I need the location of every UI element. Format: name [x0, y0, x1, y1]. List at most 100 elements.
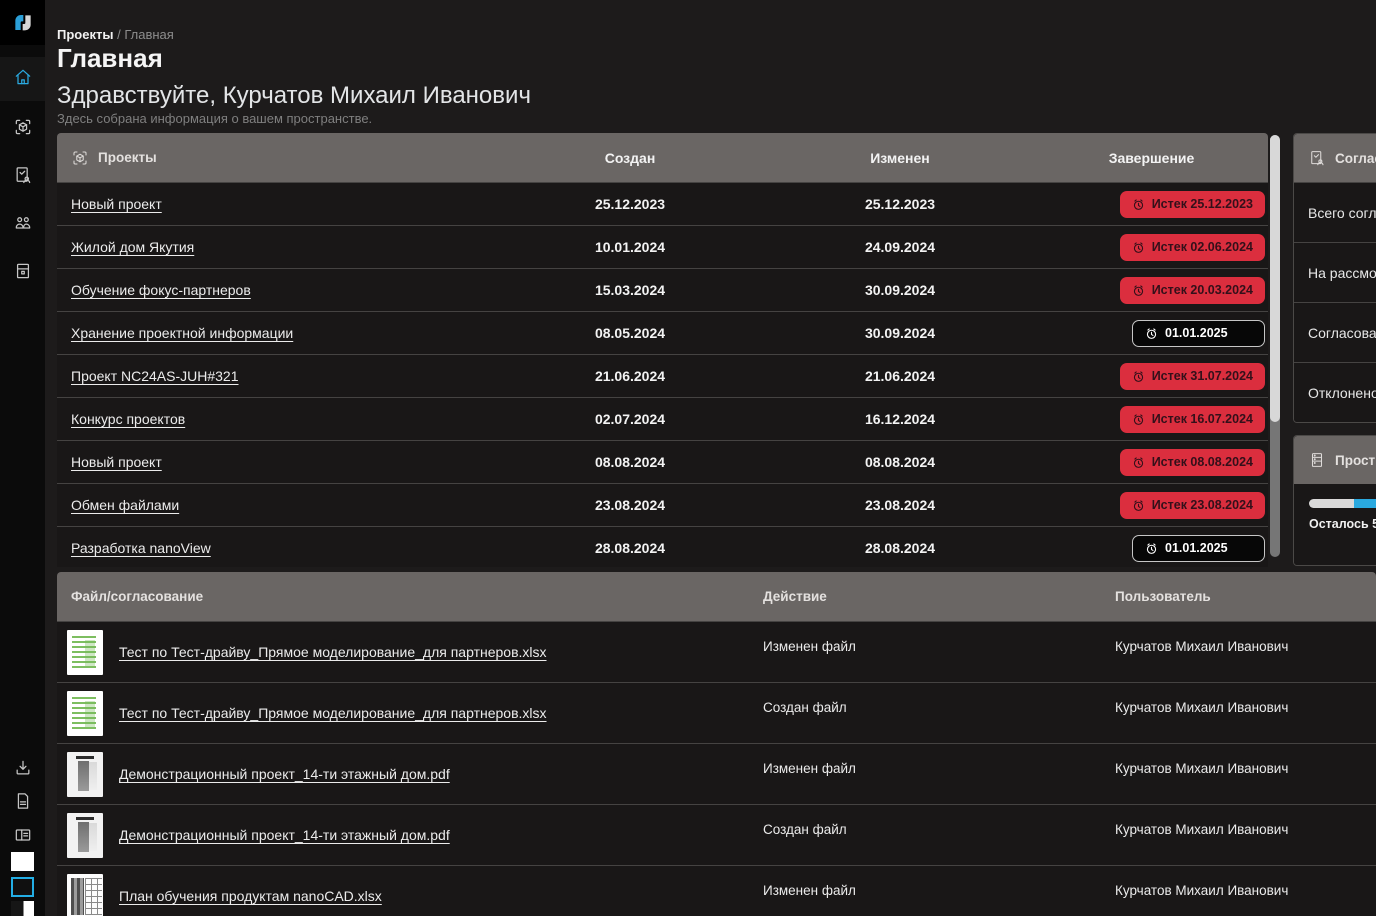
project-created: 23.08.2024	[495, 497, 765, 513]
project-modified: 30.09.2024	[765, 282, 1035, 298]
users-icon	[13, 213, 33, 238]
projects-scrollbar-thumb[interactable]	[1270, 135, 1280, 422]
file-user: Курчатов Михаил Иванович	[1107, 744, 1376, 804]
project-link[interactable]: Новый проект	[71, 454, 162, 470]
project-created: 08.08.2024	[495, 454, 765, 470]
file-row: План обучения продуктам nanoCAD.xlsx Изм…	[57, 865, 1376, 916]
storage-card-header: Пространство	[1294, 436, 1376, 484]
approvals-item: Всего согласований	[1294, 182, 1376, 242]
file-user: Курчатов Михаил Иванович	[1107, 622, 1376, 682]
project-created: 15.03.2024	[495, 282, 765, 298]
project-created: 28.08.2024	[495, 540, 765, 556]
file-action: Изменен файл	[763, 744, 1107, 804]
project-link[interactable]: Хранение проектной информации	[71, 325, 293, 341]
column-created: Создан	[495, 150, 765, 166]
approvals-item: На рассмотрении	[1294, 242, 1376, 302]
storage-progress-used	[1309, 499, 1354, 508]
approvals-item: Согласовано	[1294, 302, 1376, 362]
deadline-badge: Истек 20.03.2024	[1120, 277, 1265, 304]
sidebar-item-storage[interactable]	[0, 251, 45, 295]
file-action: Изменен файл	[763, 622, 1107, 682]
sidebar-item-approvals[interactable]	[0, 155, 45, 199]
file-row: Демонстрационный проект_14-ти этажный до…	[57, 743, 1376, 804]
project-row: Хранение проектной информации 08.05.2024…	[57, 311, 1268, 354]
approvals-card-title: Согласования	[1335, 151, 1376, 166]
server-icon	[13, 261, 33, 286]
file-action: Создан файл	[763, 683, 1107, 743]
files-table-header: Файл/согласование Действие Пользователь	[57, 572, 1376, 621]
deadline-badge: Истек 23.08.2024	[1120, 492, 1265, 519]
storage-card-title: Пространство	[1335, 453, 1376, 468]
project-modified: 30.09.2024	[765, 325, 1035, 341]
column-file: Файл/согласование	[57, 589, 763, 604]
project-row: Обучение фокус-партнеров 15.03.2024 30.0…	[57, 268, 1268, 311]
sidebar-item-projects[interactable]	[0, 107, 45, 151]
deadline-badge: 01.01.2025	[1132, 320, 1265, 347]
nanocad-logo-icon[interactable]	[0, 0, 45, 45]
column-action: Действие	[763, 589, 1107, 604]
file-user: Курчатов Михаил Иванович	[1107, 683, 1376, 743]
column-modified: Изменен	[765, 150, 1035, 166]
home-icon	[13, 67, 33, 92]
project-modified: 25.12.2023	[765, 196, 1035, 212]
project-link[interactable]: Разработка nanoView	[71, 540, 211, 556]
approval-doc-icon	[13, 165, 33, 190]
project-link[interactable]: Обмен файлами	[71, 497, 179, 513]
project-row: Разработка nanoView 28.08.2024 28.08.202…	[57, 526, 1268, 567]
project-row: Новый проект 08.08.2024 08.08.2024 Истек…	[57, 440, 1268, 483]
project-modified: 24.09.2024	[765, 239, 1035, 255]
file-link[interactable]: Демонстрационный проект_14-ти этажный до…	[119, 827, 450, 843]
project-link[interactable]: Жилой дом Якутия	[71, 239, 194, 255]
project-modified: 23.08.2024	[765, 497, 1035, 513]
storage-progress-free	[1354, 499, 1376, 508]
file-link[interactable]: Тест по Тест-драйву_Прямое моделирование…	[119, 705, 547, 721]
cube-viewport-icon	[13, 117, 33, 142]
greeting-subtitle: Здесь собрана информация о вашем простра…	[57, 111, 372, 126]
file-action: Изменен файл	[763, 866, 1107, 916]
file-row: Тест по Тест-драйву_Прямое моделирование…	[57, 621, 1376, 682]
pdf-thumbnail-icon	[67, 813, 103, 858]
theme-auto-swatch[interactable]	[11, 901, 34, 916]
project-created: 25.12.2023	[495, 196, 765, 212]
project-link[interactable]: Новый проект	[71, 196, 162, 212]
journal-icon	[13, 825, 33, 850]
deadline-badge: Истек 25.12.2023	[1120, 191, 1265, 218]
column-completion: Завершение	[1035, 150, 1268, 166]
project-link[interactable]: Обучение фокус-партнеров	[71, 282, 251, 298]
project-row: Проект NC24AS-JUH#321 21.06.2024 21.06.2…	[57, 354, 1268, 397]
project-row: Конкурс проектов 02.07.2024 16.12.2024 И…	[57, 397, 1268, 440]
file-link[interactable]: Тест по Тест-драйву_Прямое моделирование…	[119, 644, 547, 660]
project-modified: 21.06.2024	[765, 368, 1035, 384]
theme-dark-swatch[interactable]	[11, 877, 34, 897]
document-icon	[13, 791, 33, 816]
deadline-badge: Истек 02.06.2024	[1120, 234, 1265, 261]
grid-thumbnail-icon	[67, 874, 103, 916]
theme-light-swatch[interactable]	[11, 852, 34, 871]
file-row: Демонстрационный проект_14-ти этажный до…	[57, 804, 1376, 865]
approvals-item: Отклонено	[1294, 362, 1376, 422]
sidebar	[0, 0, 45, 916]
project-row: Жилой дом Якутия 10.01.2024 24.09.2024 И…	[57, 225, 1268, 268]
projects-scrollbar-track[interactable]	[1270, 135, 1280, 557]
file-link[interactable]: План обучения продуктам nanoCAD.xlsx	[119, 888, 382, 904]
file-action: Создан файл	[763, 805, 1107, 865]
breadcrumb-root[interactable]: Проекты	[57, 27, 113, 42]
project-link[interactable]: Проект NC24AS-JUH#321	[71, 368, 239, 384]
breadcrumb: Проекты / Главная	[57, 27, 174, 42]
xlsx-thumbnail-icon	[67, 691, 103, 736]
project-modified: 28.08.2024	[765, 540, 1035, 556]
deadline-badge: Истек 08.08.2024	[1120, 449, 1265, 476]
storage-card: Пространство Осталось 5	[1293, 435, 1376, 566]
sidebar-item-users[interactable]	[0, 203, 45, 247]
projects-header-title: Проекты	[57, 149, 495, 167]
file-link[interactable]: Демонстрационный проект_14-ти этажный до…	[119, 766, 450, 782]
storage-progress-bar	[1309, 499, 1376, 508]
project-link[interactable]: Конкурс проектов	[71, 411, 185, 427]
sidebar-item-home[interactable]	[0, 57, 45, 101]
files-table: Файл/согласование Действие Пользователь …	[57, 572, 1376, 916]
project-created: 10.01.2024	[495, 239, 765, 255]
projects-table: Проекты Создан Изменен Завершение Новый …	[57, 133, 1268, 567]
file-user: Курчатов Михаил Иванович	[1107, 866, 1376, 916]
xlsx-thumbnail-icon	[67, 630, 103, 675]
project-modified: 16.12.2024	[765, 411, 1035, 427]
